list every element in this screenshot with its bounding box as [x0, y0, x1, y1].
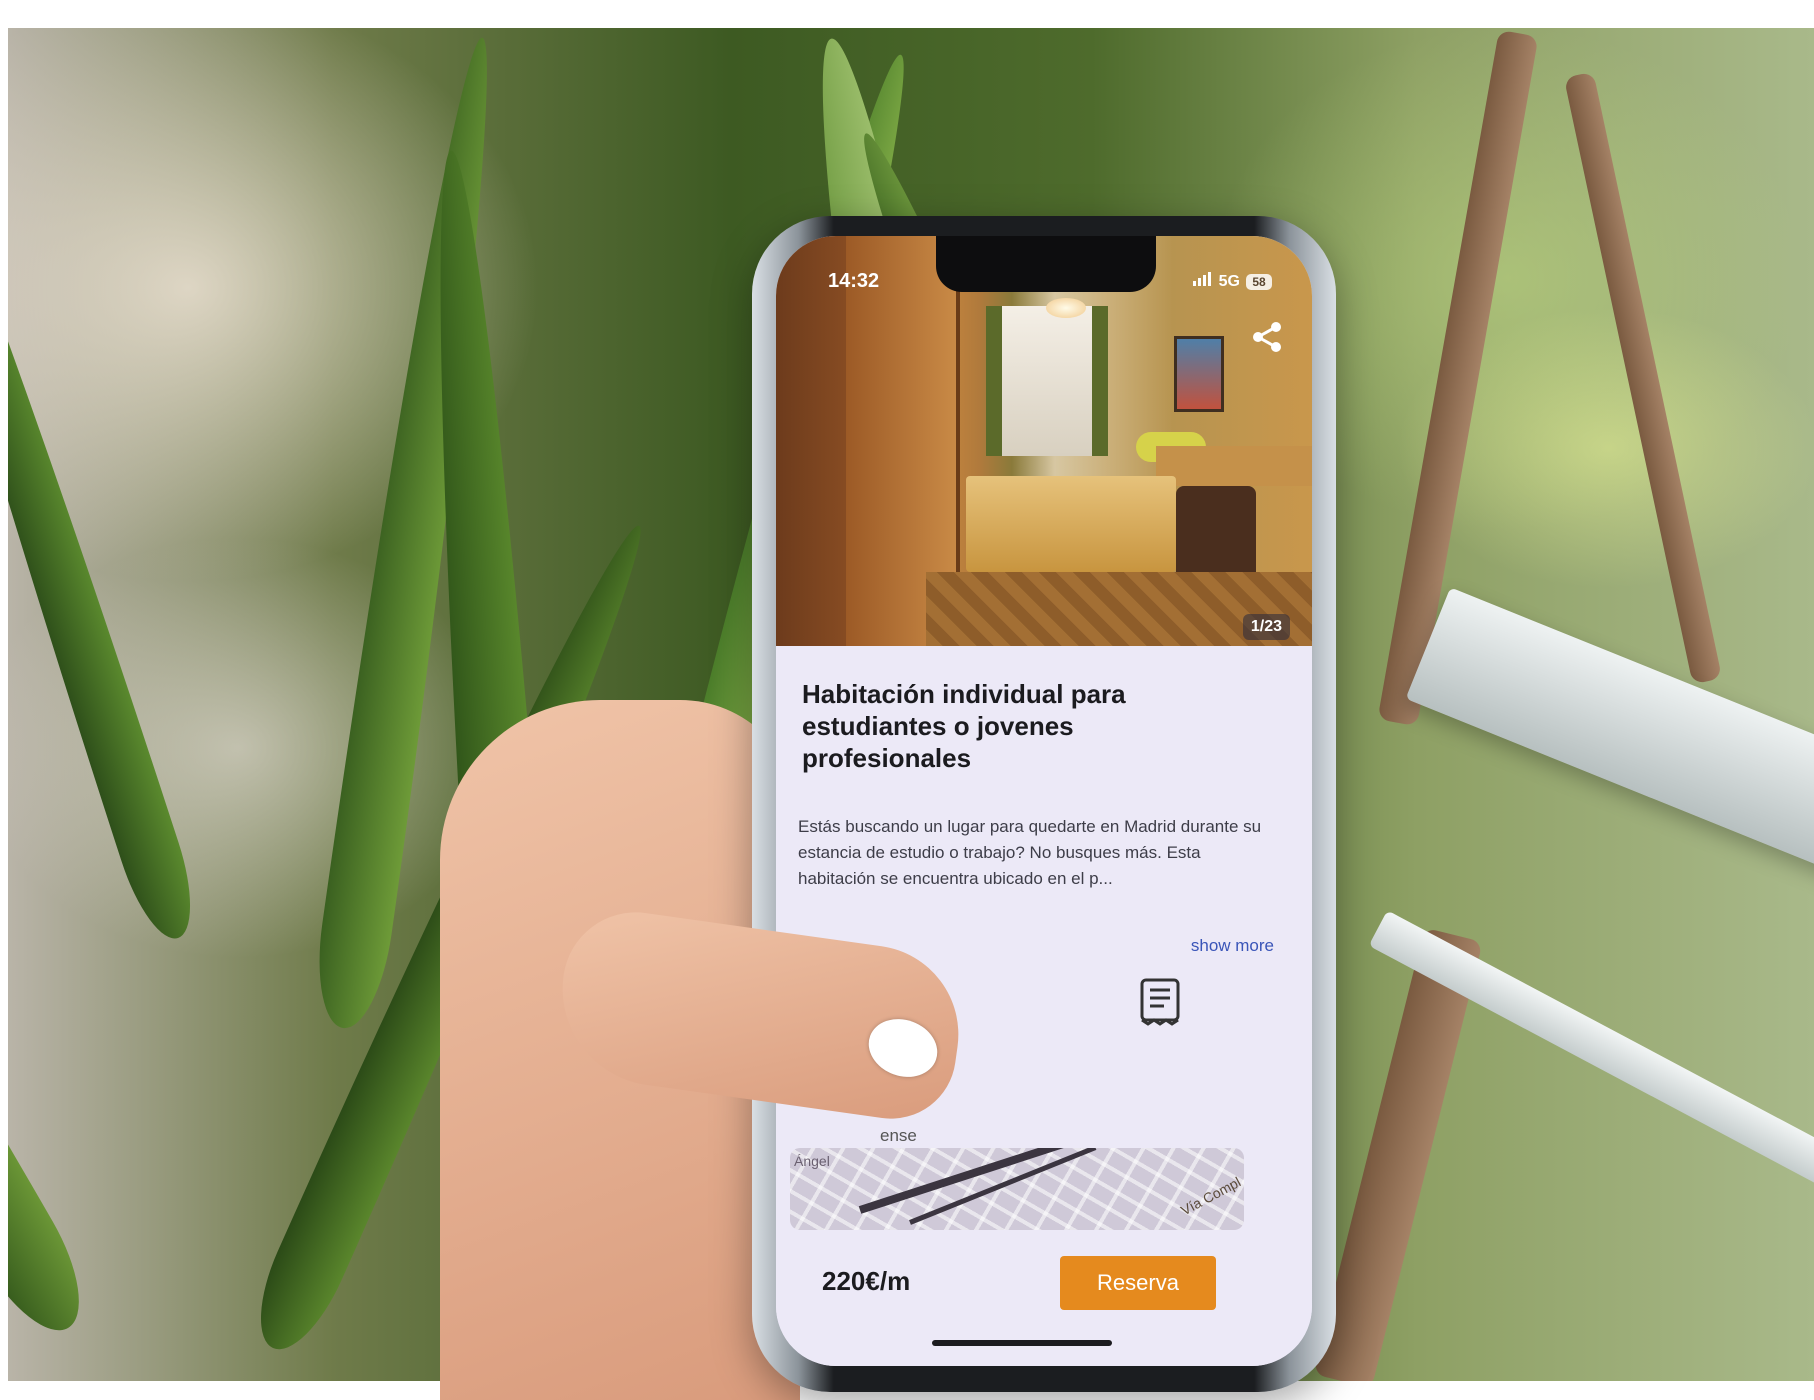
map-place-label: Ángel — [794, 1153, 830, 1169]
signal-icon — [1192, 272, 1213, 291]
desk — [1156, 446, 1312, 486]
ceiling-lamp — [1046, 298, 1086, 318]
home-indicator[interactable] — [932, 1340, 1112, 1346]
smartphone: 14:32 5G 58 1/23 Habitación individual p… — [752, 216, 1336, 1392]
listing-price: 220€/m — [822, 1266, 911, 1296]
palm-leaf — [8, 72, 207, 948]
phone-notch — [936, 236, 1156, 292]
wall-painting — [1174, 336, 1224, 412]
location-map[interactable]: Ángel Vía Compl — [790, 1148, 1244, 1230]
share-icon[interactable] — [1250, 320, 1284, 354]
listing-description: Estás buscando un lugar para quedarte en… — [798, 817, 1262, 888]
status-indicators: 5G 58 — [1192, 272, 1272, 291]
map-road — [858, 1148, 1080, 1214]
room-window — [986, 306, 1108, 456]
photo-counter: 1/23 — [1242, 614, 1290, 640]
map-street-label: Vía Compl — [1178, 1173, 1244, 1219]
show-more-link[interactable]: show more — [1191, 936, 1274, 956]
battery-icon: 58 — [1246, 273, 1272, 290]
map-heading-fragment: ense — [880, 1126, 917, 1145]
network-label: 5G — [1218, 272, 1240, 290]
document-icon — [1138, 976, 1182, 1028]
balcony-railing — [1405, 587, 1814, 894]
status-time: 14:32 — [828, 270, 880, 292]
reserve-button[interactable]: Reserva — [1060, 1256, 1216, 1310]
bed — [966, 476, 1176, 572]
listing-title: Habitación individual para estudiantes o… — [802, 679, 1126, 773]
listing-photo[interactable] — [776, 236, 1312, 646]
phone-screen: 14:32 5G 58 1/23 Habitación individual p… — [776, 236, 1312, 1366]
tree-branch — [1313, 927, 1483, 1381]
tree-branch — [1563, 71, 1723, 685]
